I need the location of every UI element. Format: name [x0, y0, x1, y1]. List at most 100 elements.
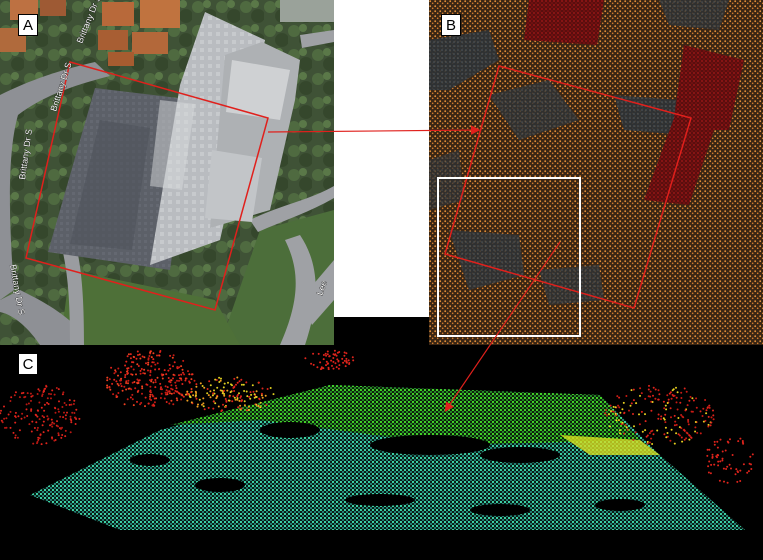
- tree-point: [231, 384, 233, 387]
- tree-point: [36, 442, 38, 445]
- tree-point: [129, 353, 132, 356]
- tree-point: [141, 387, 144, 390]
- tree-point: [149, 369, 152, 372]
- tree-point: [131, 381, 134, 384]
- tree-point: [165, 389, 168, 392]
- tree-point: [638, 423, 641, 426]
- tree-point: [170, 399, 173, 402]
- tree-point: [232, 395, 235, 398]
- tree-point: [709, 424, 712, 427]
- tree-point: [178, 392, 181, 395]
- tree-point: [23, 416, 26, 419]
- tree-point: [750, 468, 753, 470]
- tree-point: [38, 401, 41, 404]
- tree-point: [723, 480, 725, 483]
- tree-point: [63, 411, 65, 414]
- tree-point: [251, 384, 254, 387]
- tree-point: [40, 443, 43, 446]
- tree-point: [746, 471, 749, 474]
- tree-point: [243, 390, 246, 392]
- tree-point: [657, 389, 660, 392]
- tree-point: [327, 366, 330, 369]
- tree-point: [164, 385, 167, 388]
- tree-point: [707, 471, 710, 474]
- tree-point: [319, 361, 322, 364]
- tree-point: [0, 412, 2, 415]
- tree-point: [54, 407, 57, 410]
- tree-point: [255, 396, 258, 398]
- tree-point: [646, 440, 649, 443]
- tree-point: [327, 362, 330, 365]
- tree-point: [31, 420, 34, 423]
- tree-point: [159, 350, 162, 352]
- tree-point: [199, 382, 202, 385]
- tree-point: [70, 421, 73, 424]
- tree-point: [618, 406, 621, 409]
- tree-point: [675, 396, 678, 399]
- tree-point: [115, 394, 118, 397]
- tree-point: [625, 426, 628, 429]
- tree-point: [701, 415, 704, 417]
- tree-point: [167, 377, 170, 379]
- tree-point: [153, 397, 156, 400]
- tree-point: [180, 398, 183, 401]
- tree-point: [133, 381, 136, 383]
- tree-point: [144, 405, 146, 408]
- tree-point: [652, 394, 654, 397]
- tree-point: [333, 349, 336, 352]
- tree-point: [684, 409, 687, 412]
- tree-point: [147, 361, 150, 364]
- tree-point: [673, 394, 676, 397]
- tree-point: [246, 395, 249, 398]
- tree-point: [149, 350, 152, 353]
- tree-point: [190, 378, 193, 381]
- tree-point: [36, 393, 39, 395]
- tree-point: [708, 404, 711, 407]
- tree-point: [4, 426, 6, 429]
- tree-point: [139, 369, 142, 372]
- tree-point: [64, 429, 67, 432]
- tree-point: [704, 399, 707, 401]
- tree-point: [42, 431, 45, 434]
- tree-point: [742, 463, 745, 466]
- tree-point: [680, 436, 683, 439]
- tree-point: [345, 357, 348, 360]
- tree-point: [163, 397, 166, 400]
- tree-point: [716, 446, 719, 449]
- tree-point: [687, 419, 690, 421]
- tree-point: [212, 407, 215, 410]
- tree-point: [169, 381, 172, 384]
- tree-point: [217, 405, 220, 408]
- tree-point: [172, 377, 174, 380]
- tree-point: [43, 416, 45, 419]
- tree-point: [719, 460, 722, 463]
- tree-point: [51, 389, 54, 392]
- tree-point: [149, 374, 152, 377]
- tree-point: [675, 432, 678, 435]
- tree-point: [216, 386, 219, 389]
- tree-point: [614, 412, 617, 415]
- point-cloud-3d-panel: C: [0, 345, 763, 560]
- tree-point: [695, 397, 698, 400]
- tree-point: [175, 387, 178, 390]
- tree-point: [137, 389, 140, 392]
- tree-point: [223, 393, 226, 395]
- tree-point: [352, 359, 355, 362]
- tree-point: [729, 438, 731, 441]
- tree-point: [151, 393, 154, 396]
- tree-point: [185, 377, 188, 380]
- tree-point: [741, 441, 744, 444]
- tree-point: [708, 460, 711, 463]
- tree-point: [129, 357, 132, 360]
- tree-point: [619, 411, 622, 414]
- tree-point: [73, 412, 76, 414]
- tree-point: [737, 471, 739, 474]
- tree-point: [707, 425, 710, 428]
- tree-point: [75, 408, 78, 411]
- tree-point: [51, 421, 54, 424]
- tree-point: [226, 389, 229, 392]
- tree-point: [640, 410, 643, 413]
- tree-point: [735, 468, 738, 471]
- tree-point: [618, 396, 621, 399]
- tree-point: [645, 435, 648, 438]
